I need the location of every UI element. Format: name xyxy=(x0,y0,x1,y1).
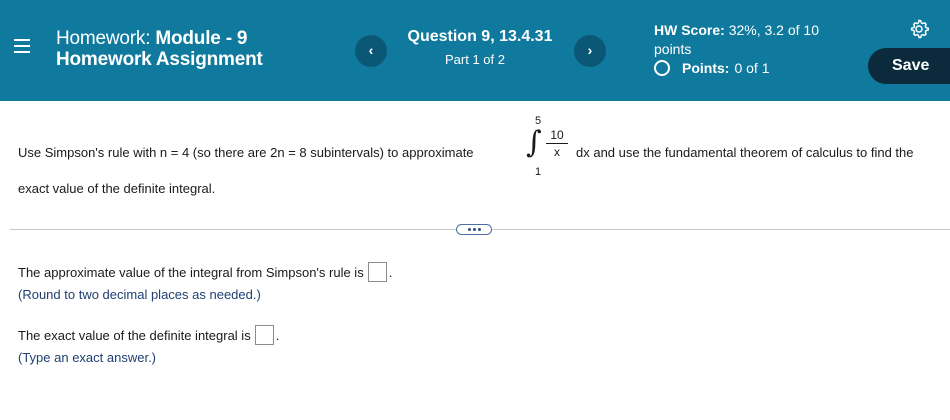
score-label: HW Score: xyxy=(654,22,725,38)
question-text-after: dx and use the fundamental theorem of ca… xyxy=(576,145,914,160)
score-value: 32%, 3.2 of 10 xyxy=(728,22,819,38)
answer-hint: (Round to two decimal places as needed.) xyxy=(18,287,261,302)
question-text-before: Use Simpson's rule with n = 4 (so there … xyxy=(18,145,474,160)
definite-integral: 5 ∫ 10 x 1 xyxy=(518,115,573,180)
title-module: Module - 9 xyxy=(155,28,248,49)
integral-lower-limit: 1 xyxy=(535,166,542,178)
hw-score: HW Score: 32%, 3.2 of 10 points xyxy=(654,21,854,59)
homework-title: Homework: Module - 9 Homework Assignment xyxy=(56,28,263,70)
previous-question-button[interactable]: ‹ xyxy=(355,35,387,67)
answer-hint: (Type an exact answer.) xyxy=(18,350,157,365)
score-suffix: points xyxy=(654,41,692,57)
points-status: Points: 0 of 1 xyxy=(654,60,769,76)
answer-label: The exact value of the definite integral… xyxy=(18,327,251,343)
gear-icon[interactable] xyxy=(908,18,930,40)
simpson-answer-input[interactable] xyxy=(367,262,387,282)
answer-label: The approximate value of the integral fr… xyxy=(18,264,364,280)
period: . xyxy=(275,327,280,343)
points-value: 0 of 1 xyxy=(734,60,770,76)
header-bar: Homework: Module - 9 Homework Assignment… xyxy=(0,0,950,101)
integrand-numerator: 10 xyxy=(546,128,568,144)
integrand-fraction: 10 x xyxy=(546,128,568,159)
answer-simpson: The approximate value of the integral fr… xyxy=(18,262,392,302)
menu-icon[interactable] xyxy=(14,38,30,53)
question-title: Question 9, 13.4.31 xyxy=(407,28,553,45)
integrand-denominator: x xyxy=(554,145,560,159)
exact-answer-input[interactable] xyxy=(254,325,274,345)
save-button[interactable]: Save xyxy=(868,48,950,84)
chevron-left-icon: ‹ xyxy=(368,42,374,58)
points-label: Points: xyxy=(682,60,730,76)
question-text-continued: exact value of the definite integral. xyxy=(18,181,216,196)
title-prefix: Homework: xyxy=(56,28,156,49)
question-part: Part 1 of 2 xyxy=(445,52,505,67)
circle-icon xyxy=(654,60,670,76)
period: . xyxy=(388,264,393,280)
more-options-button[interactable] xyxy=(456,224,492,235)
title-assignment: Homework Assignment xyxy=(56,49,263,70)
chevron-right-icon: › xyxy=(587,42,593,58)
answer-exact: The exact value of the definite integral… xyxy=(18,325,279,365)
next-question-button[interactable]: › xyxy=(574,35,606,67)
integral-sign: ∫ xyxy=(526,125,542,160)
